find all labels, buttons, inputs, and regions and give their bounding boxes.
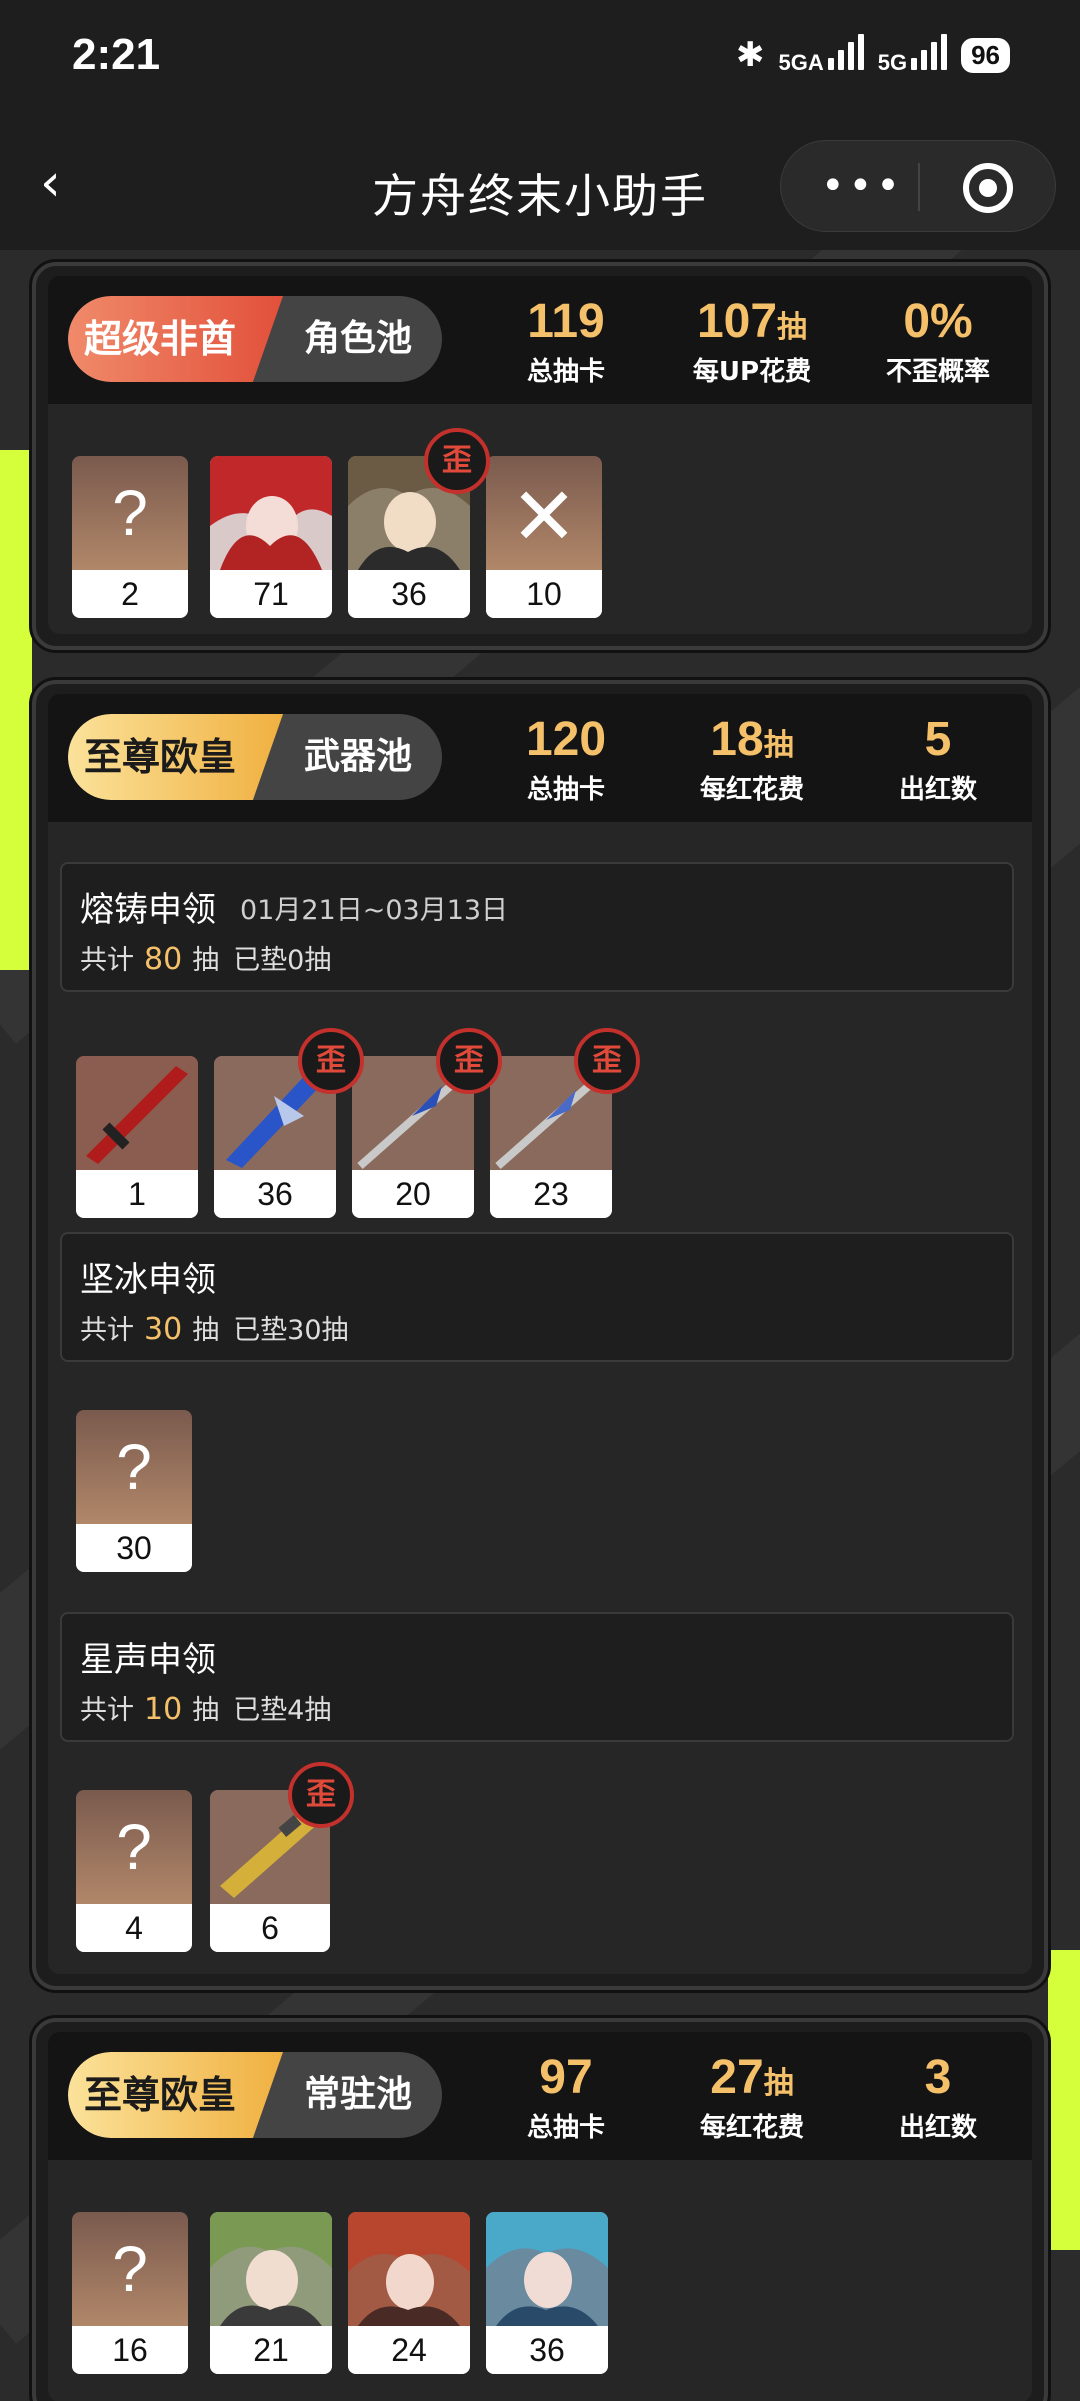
off-banner-tag: 歪 xyxy=(288,1762,354,1828)
card-header: 超级非酋 角色池 119 总抽卡 107抽 每UP花费 0% 不歪概率 xyxy=(48,276,1032,404)
banner-summary[interactable]: 星声申领 共计 10 抽已垫4抽 xyxy=(60,1612,1014,1742)
banner-summary[interactable]: 坚冰申领 共计 30 抽已垫30抽 xyxy=(60,1232,1014,1362)
luck-badge: 至尊欧皇 常驻池 xyxy=(68,2052,442,2138)
signal-5ga-icon: 5GA xyxy=(778,34,864,76)
stat-cost: 107抽 每UP花费 xyxy=(692,295,812,387)
signal-5g-icon: 5G xyxy=(878,34,948,76)
character-portrait-icon xyxy=(486,2212,608,2326)
status-time: 2:21 xyxy=(72,30,161,79)
pool-name: 角色池 xyxy=(304,318,413,359)
banner-summary[interactable]: 熔铸申领 01月21日~03月13日 共计 80 抽已垫0抽 xyxy=(60,862,1014,992)
nav-bar: ‹ 方舟终末小助手 ••• xyxy=(0,120,1080,250)
luck-badge: 超级非酋 角色池 xyxy=(68,296,442,382)
pool-name: 武器池 xyxy=(304,736,413,777)
character-portrait-icon xyxy=(348,2212,470,2326)
weapon-pool-card: 至尊欧皇 武器池 120 总抽卡 18抽 每红花费 5 出红数 熔铸申领 01月… xyxy=(32,680,1048,1990)
standard-pool-card: 至尊欧皇 常驻池 97 总抽卡 27抽 每红花费 3 出红数 ? 16 21 2… xyxy=(32,2018,1048,2401)
stat-rate: 0% 不歪概率 xyxy=(885,295,990,387)
character-pool-card: 超级非酋 角色池 119 总抽卡 107抽 每UP花费 0% 不歪概率 ? 2 xyxy=(32,262,1048,650)
question-icon: ? xyxy=(112,477,148,549)
status-bar: 2:21 ✱ 5GA 5G 96 xyxy=(0,0,1080,120)
card-header: 至尊欧皇 常驻池 97 总抽卡 27抽 每红花费 3 出红数 xyxy=(48,2032,1032,2160)
pull-item[interactable]: ? 2 xyxy=(72,456,188,618)
pull-item[interactable]: 1 xyxy=(76,1056,198,1218)
pull-item[interactable]: 36 xyxy=(486,2212,608,2374)
battery-indicator: 96 xyxy=(961,37,1010,73)
question-icon: ? xyxy=(112,2233,148,2305)
target-circle-icon[interactable] xyxy=(963,163,1013,213)
badge-title: 至尊欧皇 xyxy=(68,2052,283,2138)
character-portrait-icon xyxy=(210,456,332,570)
pull-item[interactable]: 24 xyxy=(348,2212,470,2374)
badge-title: 至尊欧皇 xyxy=(68,714,283,800)
status-icons: ✱ 5GA 5G 96 xyxy=(736,34,1010,76)
pull-item[interactable]: ? 16 xyxy=(72,2212,188,2374)
bluetooth-icon: ✱ xyxy=(735,35,765,75)
pool-name: 常驻池 xyxy=(304,2074,413,2115)
pull-item[interactable]: ✕ 10 xyxy=(486,456,602,618)
off-banner-tag: 歪 xyxy=(574,1028,640,1094)
off-banner-tag: 歪 xyxy=(424,428,490,494)
stat-total: 119 总抽卡 xyxy=(526,295,605,387)
pull-item[interactable]: ? 4 xyxy=(76,1790,192,1952)
luck-badge: 至尊欧皇 武器池 xyxy=(68,714,442,800)
question-icon: ? xyxy=(116,1431,152,1503)
pull-item[interactable]: 21 xyxy=(210,2212,332,2374)
off-banner-tag: 歪 xyxy=(436,1028,502,1094)
pull-item[interactable]: 71 xyxy=(210,456,332,618)
stat-cost: 18抽 每红花费 xyxy=(699,713,804,805)
stat-count: 5 出红数 xyxy=(898,713,977,805)
off-banner-tag: 歪 xyxy=(298,1028,364,1094)
close-icon: ✕ xyxy=(510,470,578,563)
question-icon: ? xyxy=(116,1811,152,1883)
card-header: 至尊欧皇 武器池 120 总抽卡 18抽 每红花费 5 出红数 xyxy=(48,694,1032,822)
badge-title: 超级非酋 xyxy=(68,296,283,382)
weapon-sword-icon xyxy=(76,1056,198,1170)
stat-count: 3 出红数 xyxy=(898,2051,977,2143)
mini-program-capsule: ••• xyxy=(780,140,1056,232)
character-portrait-icon xyxy=(210,2212,332,2326)
stat-total: 97 总抽卡 xyxy=(526,2051,605,2143)
more-dots-icon[interactable]: ••• xyxy=(821,163,904,209)
stat-cost: 27抽 每红花费 xyxy=(699,2051,804,2143)
stat-total: 120 总抽卡 xyxy=(525,713,607,805)
pull-item[interactable]: ? 30 xyxy=(76,1410,192,1572)
capsule-divider xyxy=(918,163,920,211)
